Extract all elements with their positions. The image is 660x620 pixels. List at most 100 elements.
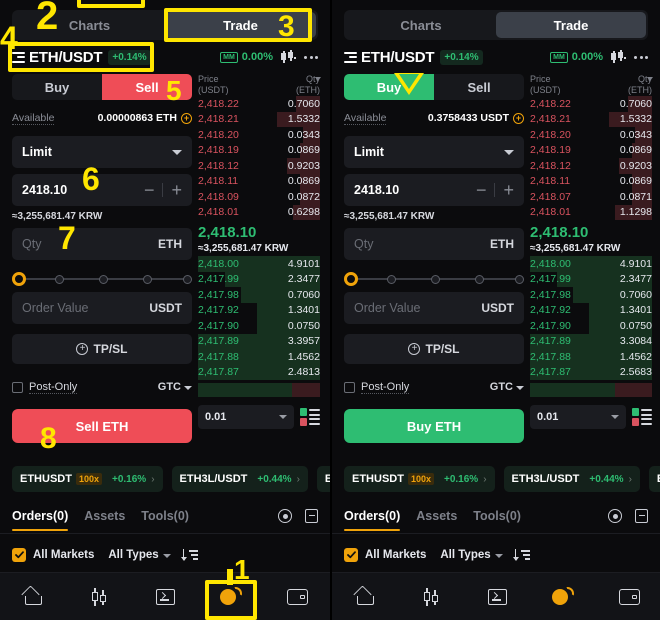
orders-tab[interactable]: Assets [84, 509, 125, 523]
nav-wallet[interactable] [596, 573, 660, 620]
slider-node-50[interactable] [99, 275, 109, 284]
order-value-input[interactable]: Order Value USDT [12, 292, 192, 324]
ask-row[interactable]: 2,418.22 0.7060 [198, 96, 320, 112]
more-options-icon[interactable] [634, 55, 650, 59]
slider-node-50[interactable] [431, 275, 441, 284]
post-only-checkbox[interactable] [12, 381, 23, 393]
ask-row[interactable]: 2,418.19 0.0869 [198, 142, 320, 158]
market-chip[interactable]: ETH3 [648, 466, 660, 492]
tick-size-select[interactable]: 0.01 [530, 405, 626, 429]
nav-markets[interactable] [398, 573, 464, 620]
market-chip[interactable]: ETHUSDT 100x +0.16% › [344, 466, 495, 492]
ask-row[interactable]: 2,418.07 0.0871 [530, 189, 652, 205]
orders-tab[interactable]: Orders(0) [12, 509, 69, 531]
bid-row[interactable]: 2,417.99 2.3477 [198, 271, 320, 287]
bid-row[interactable]: 2,417.88 1.4562 [198, 349, 320, 365]
market-chip[interactable]: ETH3 [316, 466, 330, 492]
candlestick-icon[interactable] [281, 50, 296, 64]
amount-percent-slider[interactable] [344, 272, 524, 286]
tpsl-button[interactable]: + TP/SL [12, 334, 192, 364]
book-header-qty[interactable]: Qty (ETH) [296, 74, 321, 96]
book-layout-icon[interactable] [632, 408, 652, 426]
ask-row[interactable]: 2,418.01 1.1298 [530, 204, 652, 220]
bid-row[interactable]: 2,418.00 4.9101 [198, 256, 320, 272]
add-funds-icon[interactable]: + [181, 112, 192, 124]
tick-size-select[interactable]: 0.01 [198, 405, 294, 429]
bid-row[interactable]: 2,417.92 1.3401 [198, 302, 320, 318]
book-header-qty[interactable]: Qty (ETH) [628, 74, 653, 96]
bid-row[interactable]: 2,417.99 2.3477 [530, 271, 652, 287]
more-options-icon[interactable] [304, 55, 320, 59]
tpsl-button[interactable]: + TP/SL [344, 334, 524, 364]
tab-charts[interactable]: Charts [346, 12, 496, 38]
all-markets-checkbox[interactable] [12, 548, 26, 562]
slider-node-100[interactable] [515, 275, 524, 284]
order-value-input[interactable]: Order Value USDT [344, 292, 524, 324]
bid-row[interactable]: 2,417.89 3.3957 [198, 333, 320, 349]
slider-node-25[interactable] [55, 275, 65, 284]
book-layout-icon[interactable] [300, 408, 320, 426]
nav-markets[interactable] [66, 573, 132, 620]
sell-tab[interactable]: Sell [434, 74, 524, 100]
market-chip[interactable]: ETH3L/USDT +0.44% › [503, 466, 640, 492]
quantity-input[interactable]: Qty ETH [344, 228, 524, 260]
ask-row[interactable]: 2,418.20 0.0343 [198, 127, 320, 143]
market-chip[interactable]: ETHUSDT 100x +0.16% › [12, 466, 163, 492]
price-input[interactable]: 2418.10 − + [344, 174, 524, 206]
bid-row[interactable]: 2,417.98 0.7060 [530, 287, 652, 303]
list-view-icon[interactable] [635, 509, 648, 523]
add-funds-icon[interactable]: + [513, 112, 524, 124]
price-decrement-icon[interactable]: − [144, 181, 155, 199]
ask-row[interactable]: 2,418.12 0.9203 [198, 158, 320, 174]
bid-row[interactable]: 2,417.90 0.0750 [530, 318, 652, 334]
bid-row[interactable]: 2,417.87 2.5683 [530, 364, 652, 380]
slider-handle[interactable] [12, 272, 26, 286]
amount-percent-slider[interactable] [12, 272, 192, 286]
sort-icon[interactable] [512, 549, 530, 561]
ask-row[interactable]: 2,418.01 0.6298 [198, 204, 320, 220]
ask-row[interactable]: 2,418.22 0.7060 [530, 96, 652, 112]
ask-row[interactable]: 2,418.12 0.9203 [530, 158, 652, 174]
slider-node-100[interactable] [183, 275, 192, 284]
ask-row[interactable]: 2,418.21 1.5332 [530, 111, 652, 127]
time-in-force-select[interactable]: GTC [158, 381, 192, 393]
all-markets-label[interactable]: All Markets [365, 549, 426, 561]
order-type-select[interactable]: Limit [344, 136, 524, 168]
submit-order-button[interactable]: Buy ETH [344, 409, 524, 443]
bid-row[interactable]: 2,417.90 0.0750 [198, 318, 320, 334]
order-type-select[interactable]: Limit [12, 136, 192, 168]
bid-row[interactable]: 2,418.00 4.9101 [530, 256, 652, 272]
price-increment-icon[interactable]: + [171, 181, 182, 199]
settings-target-icon[interactable] [608, 509, 622, 523]
symbol-list-icon[interactable] [344, 51, 357, 63]
market-chip[interactable]: ETH3L/USDT +0.44% › [171, 466, 308, 492]
bid-row[interactable]: 2,417.87 2.4813 [198, 364, 320, 380]
tab-trade[interactable]: Trade [496, 12, 646, 38]
submit-order-button[interactable]: Sell ETH [12, 409, 192, 443]
nav-home[interactable] [0, 573, 66, 620]
bid-row[interactable]: 2,417.98 0.7060 [198, 287, 320, 303]
ask-row[interactable]: 2,418.21 1.5332 [198, 111, 320, 127]
orders-tab[interactable]: Assets [416, 509, 457, 523]
buy-tab[interactable]: Buy [12, 74, 102, 100]
time-in-force-select[interactable]: GTC [490, 381, 524, 393]
nav-futures[interactable] [132, 573, 198, 620]
slider-node-25[interactable] [387, 275, 397, 284]
price-increment-icon[interactable]: + [503, 181, 514, 199]
price-decrement-icon[interactable]: − [476, 181, 487, 199]
ask-row[interactable]: 2,418.09 0.0872 [198, 189, 320, 205]
slider-handle[interactable] [344, 272, 358, 286]
ask-row[interactable]: 2,418.19 0.0869 [530, 142, 652, 158]
all-markets-label[interactable]: All Markets [33, 549, 94, 561]
bid-row[interactable]: 2,417.88 1.4562 [530, 349, 652, 365]
settings-target-icon[interactable] [278, 509, 292, 523]
post-only-checkbox[interactable] [344, 381, 355, 393]
sort-icon[interactable] [180, 549, 198, 561]
orders-tab[interactable]: Tools(0) [473, 509, 521, 523]
bid-row[interactable]: 2,417.92 1.3401 [530, 302, 652, 318]
symbol-name[interactable]: ETH/USDT [361, 49, 435, 66]
all-markets-checkbox[interactable] [344, 548, 358, 562]
price-input[interactable]: 2418.10 − + [12, 174, 192, 206]
bid-row[interactable]: 2,417.89 3.3084 [530, 333, 652, 349]
all-types-select[interactable]: All Types [108, 549, 171, 561]
